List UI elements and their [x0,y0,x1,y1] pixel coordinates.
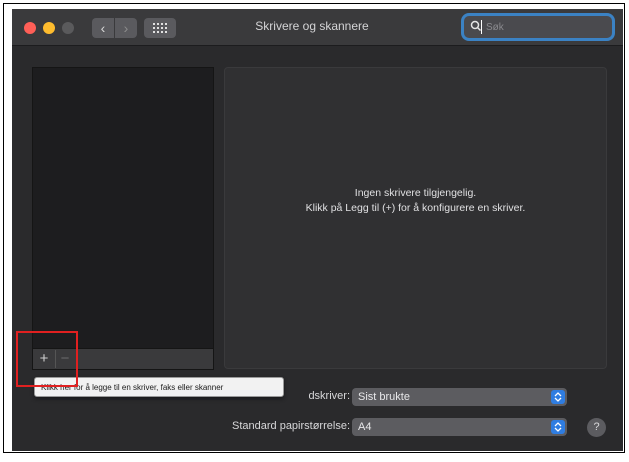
printer-list[interactable] [32,67,214,349]
annotation-highlight-box [16,331,78,387]
search-input[interactable] [486,18,606,36]
window-title: Skrivere og skannere [255,19,369,33]
text-cursor [481,20,482,34]
default-printer-value: Sist brukte [358,391,410,403]
minimize-window-button[interactable] [43,22,55,34]
title-bar: ‹ › Skrivere og skannere [12,9,623,46]
zoom-window-button[interactable] [62,22,74,34]
default-printer-select[interactable]: Sist brukte [352,388,567,406]
no-printers-message: Ingen skrivere tilgjengelig. Klikk på Le… [225,186,606,216]
paper-size-value: A4 [358,421,372,433]
show-all-button[interactable] [144,18,176,38]
close-window-button[interactable] [24,22,36,34]
add-printer-hint: Klikk på Legg til (+) for å konfigurere … [305,202,526,214]
search-field[interactable] [464,16,612,38]
grid-icon [153,23,167,33]
printer-detail-panel: Ingen skrivere tilgjengelig. Klikk på Le… [224,67,607,369]
updown-chevron-icon [551,390,565,404]
no-printers-line: Ingen skrivere tilgjengelig. [354,187,477,199]
default-printer-label: dskriver: [308,390,350,402]
updown-chevron-icon [551,420,565,434]
screenshot-frame: ‹ › Skrivere og skannere Søk + − Ingen s… [3,3,625,453]
help-button[interactable]: ? [587,418,606,437]
back-button[interactable]: ‹ [92,18,114,38]
paper-size-select[interactable]: A4 [352,418,567,436]
paper-size-label: Standard papirstørrelse: [232,420,350,432]
forward-button[interactable]: › [115,18,137,38]
